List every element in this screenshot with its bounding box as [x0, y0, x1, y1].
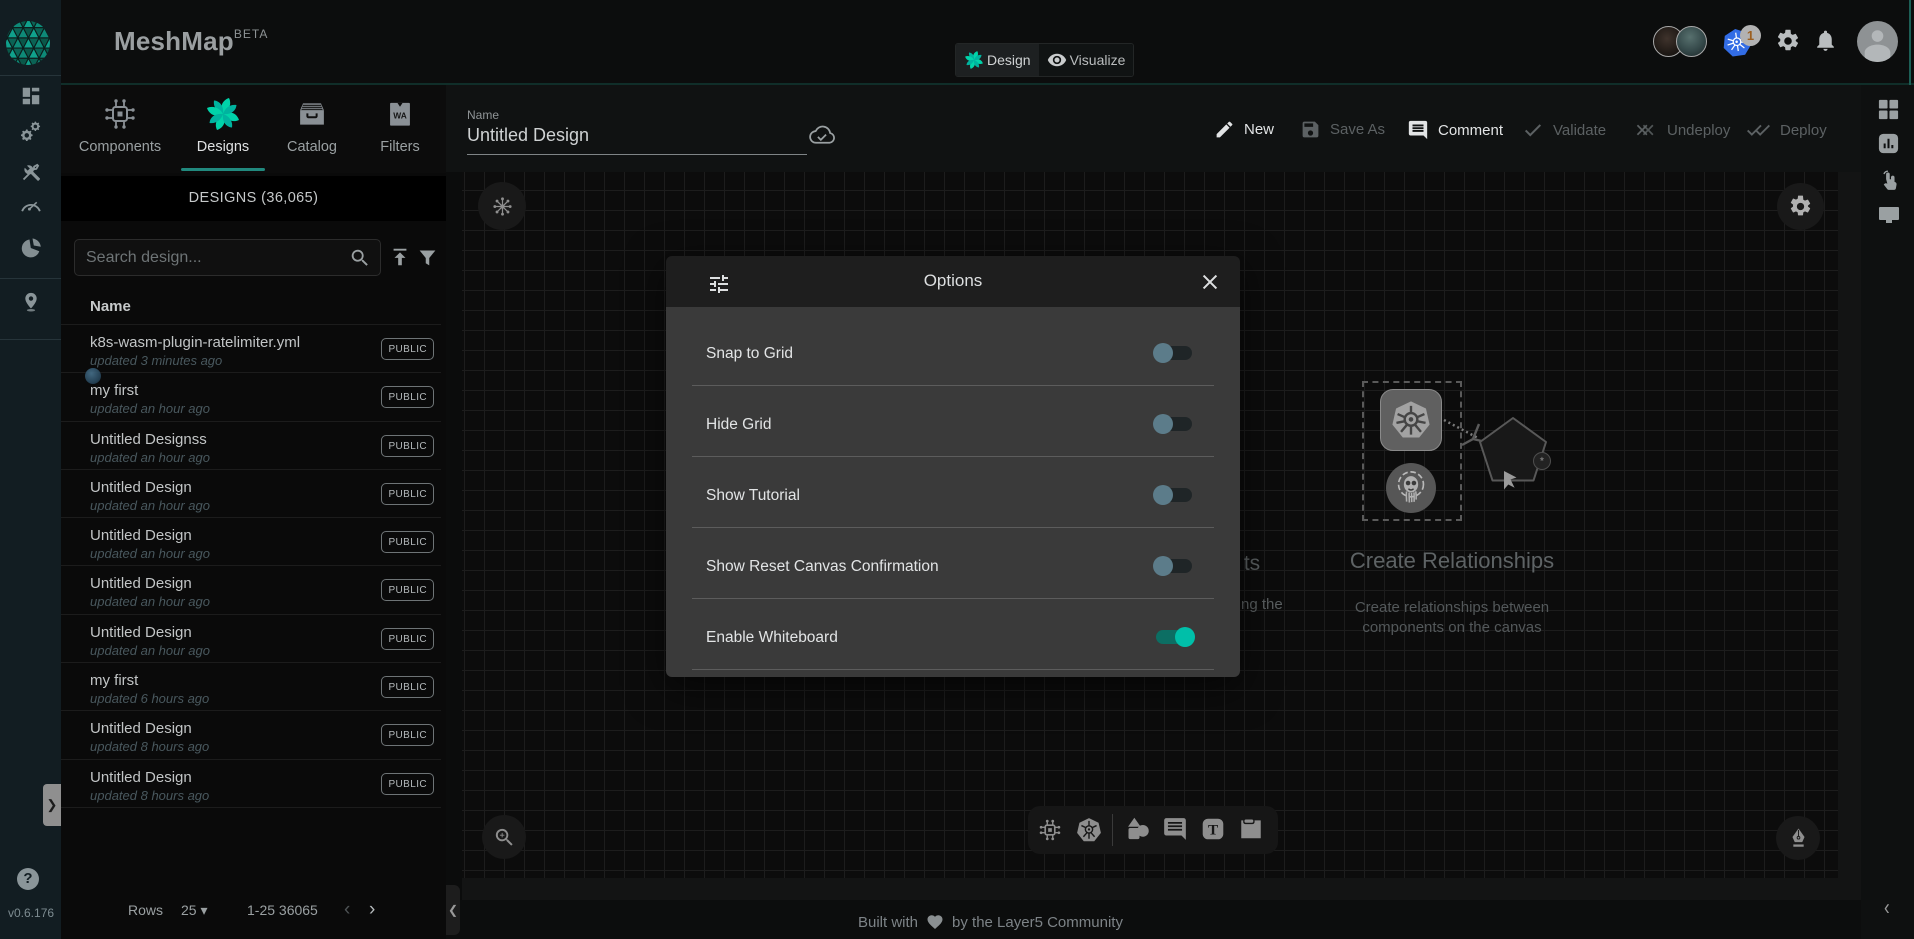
svg-text:T: T	[1208, 822, 1218, 839]
svg-text:WA: WA	[393, 110, 407, 120]
